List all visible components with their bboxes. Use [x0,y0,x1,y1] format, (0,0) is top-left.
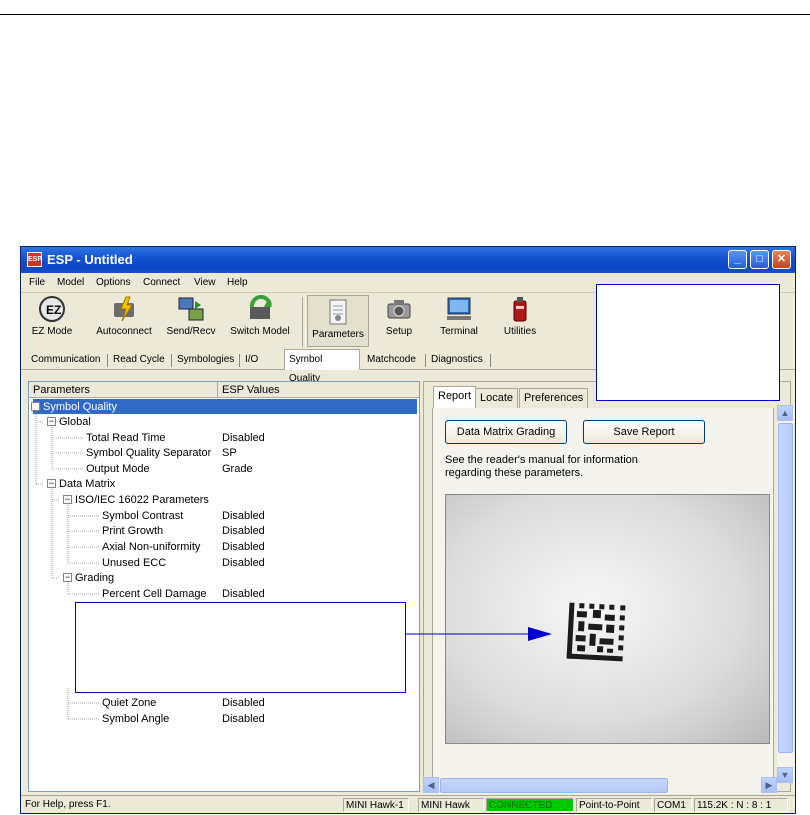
callout-arrow [406,627,552,641]
